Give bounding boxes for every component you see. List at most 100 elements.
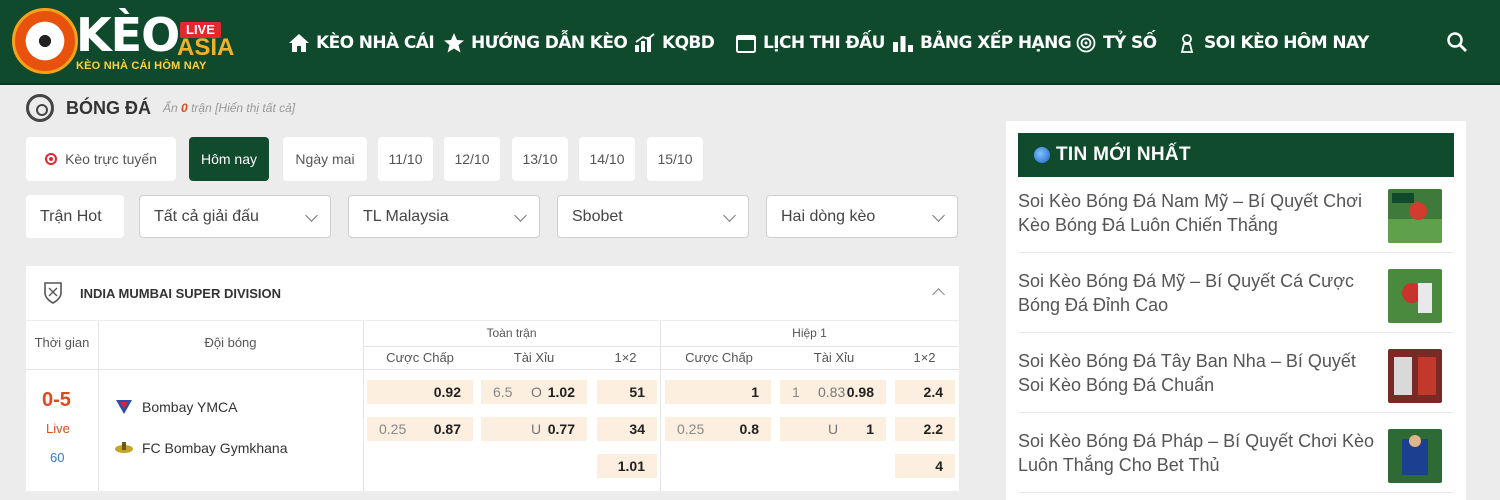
odds-value: 0.92 bbox=[433, 384, 461, 400]
logo-tagline: KÈO NHÀ CÁI HÔM NAY bbox=[76, 60, 207, 72]
col-team: Đội bóng bbox=[204, 335, 257, 350]
news-sidebar: TIN MỚI NHẤT Soi Kèo Bóng Đá Nam Mỹ – Bí… bbox=[1006, 121, 1466, 500]
col-1x2: 1×2 bbox=[614, 350, 637, 365]
news-thumbnail[interactable] bbox=[1388, 269, 1442, 323]
news-title[interactable]: Soi Kèo Bóng Đá Pháp – Bí Quyết Chơi Kèo… bbox=[1018, 429, 1380, 477]
away-team[interactable]: FC Bombay Gymkhana bbox=[114, 440, 288, 456]
tab-label: Hôm nay bbox=[200, 151, 258, 167]
odds-hdp-away[interactable]: 0.25 0.87 bbox=[367, 417, 473, 441]
nav-ty-so[interactable]: TỶ SỐ bbox=[1075, 0, 1157, 85]
nav-label: KQBD bbox=[662, 32, 715, 53]
star-icon bbox=[443, 32, 465, 53]
tab-label: 11/10 bbox=[388, 151, 423, 167]
ranking-icon bbox=[892, 33, 914, 53]
odds-h1-ou-under[interactable]: U 1 bbox=[780, 417, 886, 441]
odds-value: 0.77 bbox=[547, 421, 575, 437]
odds-ou-under[interactable]: U 0.77 bbox=[481, 417, 587, 441]
hidden-matches-info[interactable]: Ẩn 0 trận [Hiển thị tất cả] bbox=[163, 101, 295, 115]
odds-h1-ou-over[interactable]: 1 0.83 0.98 bbox=[780, 380, 886, 404]
news-title[interactable]: Soi Kèo Bóng Đá Tây Ban Nha – Bí Quyết S… bbox=[1018, 349, 1380, 397]
tab-label: 13/10 bbox=[522, 151, 558, 167]
odds-line: 0.25 bbox=[379, 421, 407, 437]
odds-h1-hdp-away[interactable]: 0.25 0.8 bbox=[665, 417, 771, 441]
nav-soi-keo-hom-nay[interactable]: SOI KÈO HÔM NAY bbox=[1176, 0, 1369, 85]
odds-value: 0.8 bbox=[739, 421, 759, 437]
news-thumbnail[interactable] bbox=[1388, 189, 1442, 243]
sport-title: BÓNG ĐÁ bbox=[66, 97, 151, 118]
hidden-count: 0 bbox=[181, 101, 188, 115]
odds-line: 1 bbox=[792, 384, 800, 400]
nav-keo-nha-cai[interactable]: KÈO NHÀ CÁI bbox=[288, 0, 435, 85]
tab-ngay-mai[interactable]: Ngày mai bbox=[283, 137, 367, 181]
news-item[interactable]: Soi Kèo Bóng Đá Tây Ban Nha – Bí Quyết S… bbox=[1018, 343, 1454, 413]
tab-label: Kèo trực tuyến bbox=[65, 151, 157, 167]
col-1x2-h1: 1×2 bbox=[913, 350, 936, 365]
nav-label: HƯỚNG DẪN KÈO bbox=[471, 32, 628, 53]
lines-select[interactable]: Hai dòng kèo bbox=[766, 195, 958, 238]
away-team-logo-icon bbox=[114, 440, 134, 456]
hot-match-button[interactable]: Trận Hot bbox=[26, 195, 124, 238]
nav-bang-xep-hang[interactable]: BẢNG XẾP HẠNG bbox=[892, 0, 1072, 85]
tab-keo-truc-tuyen[interactable]: Kèo trực tuyến bbox=[26, 137, 176, 181]
odds-1x2-away[interactable]: 34 bbox=[597, 417, 657, 441]
league-name: INDIA MUMBAI SUPER DIVISION bbox=[80, 285, 282, 301]
odds-over-label: O bbox=[531, 384, 542, 400]
odds-h1-1x2-away[interactable]: 2.2 bbox=[895, 417, 955, 441]
chevron-up-icon[interactable] bbox=[932, 288, 945, 301]
news-item[interactable]: Soi Kèo Bóng Đá Mỹ – Bí Quyết Cá Cược Bó… bbox=[1018, 263, 1454, 333]
odds-hdp-home[interactable]: 0.92 bbox=[367, 380, 473, 404]
calendar-icon bbox=[735, 33, 757, 53]
news-title[interactable]: Soi Kèo Bóng Đá Nam Mỹ – Bí Quyết Chơi K… bbox=[1018, 189, 1380, 237]
odds-1x2-home[interactable]: 51 bbox=[597, 380, 657, 404]
film-reel-icon bbox=[26, 94, 54, 122]
odds-value: 51 bbox=[629, 384, 645, 400]
odds-value: 1 bbox=[866, 421, 874, 437]
tab-date-1410[interactable]: 14/10 bbox=[579, 137, 635, 181]
home-team[interactable]: Bombay YMCA bbox=[114, 399, 237, 415]
globe-icon bbox=[1034, 147, 1050, 163]
nav-kqbd[interactable]: KQBD bbox=[634, 0, 715, 85]
tab-date-1310[interactable]: 13/10 bbox=[512, 137, 568, 181]
site-logo[interactable]: KÈO LIVE ASIA KÈO NHÀ CÁI HÔM NAY bbox=[12, 8, 237, 78]
nav-huong-dan-keo[interactable]: HƯỚNG DẪN KÈO bbox=[443, 0, 628, 85]
odds-1x2-draw[interactable]: 1.01 bbox=[597, 454, 657, 478]
chevron-down-icon bbox=[305, 209, 318, 222]
news-header: TIN MỚI NHẤT bbox=[1018, 133, 1454, 177]
tab-label: 15/10 bbox=[657, 151, 693, 167]
chevron-down-icon bbox=[932, 209, 945, 222]
odds-value: 1.01 bbox=[617, 458, 645, 474]
league-select[interactable]: Tất cả giải đấu bbox=[139, 195, 331, 238]
nav-label: SOI KÈO HÔM NAY bbox=[1204, 32, 1369, 53]
search-icon[interactable] bbox=[1445, 30, 1469, 54]
trophy-icon bbox=[1176, 33, 1198, 53]
news-thumbnail[interactable] bbox=[1388, 429, 1442, 483]
filter-label: Trận Hot bbox=[40, 207, 102, 225]
tab-date-1210[interactable]: 12/10 bbox=[444, 137, 500, 181]
nav-label: TỶ SỐ bbox=[1103, 32, 1157, 53]
home-icon bbox=[288, 33, 310, 53]
logo-asia: ASIA bbox=[177, 34, 235, 61]
news-title[interactable]: Soi Kèo Bóng Đá Mỹ – Bí Quyết Cá Cược Bó… bbox=[1018, 269, 1380, 317]
news-thumbnail[interactable] bbox=[1388, 349, 1442, 403]
odds-h1-hdp-home[interactable]: 1 bbox=[665, 380, 771, 404]
logo-brand: KÈO bbox=[76, 8, 180, 62]
tab-date-1510[interactable]: 15/10 bbox=[647, 137, 703, 181]
odds-h1-1x2-draw[interactable]: 4 bbox=[895, 454, 955, 478]
nav-lich-thi-dau[interactable]: LỊCH THI ĐẤU bbox=[735, 0, 885, 85]
odds-h1-1x2-home[interactable]: 2.4 bbox=[895, 380, 955, 404]
news-item[interactable]: Soi Kèo Bóng Đá Nam Mỹ – Bí Quyết Chơi K… bbox=[1018, 183, 1454, 253]
tab-date-1110[interactable]: 11/10 bbox=[378, 137, 433, 181]
bookmaker-select[interactable]: Sbobet bbox=[557, 195, 749, 238]
odds-value: 0.98 bbox=[846, 384, 874, 400]
odds-ou-over[interactable]: 6.5 O 1.02 bbox=[481, 380, 587, 404]
odds-line: 0.25 bbox=[677, 421, 705, 437]
tab-hom-nay[interactable]: Hôm nay bbox=[189, 137, 269, 181]
filter-label: Hai dòng kèo bbox=[781, 207, 876, 225]
odds-value: 1 bbox=[751, 384, 759, 400]
news-item[interactable]: Soi Kèo Bóng Đá Pháp – Bí Quyết Chơi Kèo… bbox=[1018, 423, 1454, 493]
match-status: Live bbox=[46, 421, 70, 436]
league-header[interactable]: INDIA MUMBAI SUPER DIVISION bbox=[26, 266, 959, 320]
odds-value: 2.2 bbox=[923, 421, 943, 437]
odds-type-select[interactable]: TL Malaysia bbox=[348, 195, 540, 238]
match-score: 0-5 bbox=[42, 389, 71, 411]
